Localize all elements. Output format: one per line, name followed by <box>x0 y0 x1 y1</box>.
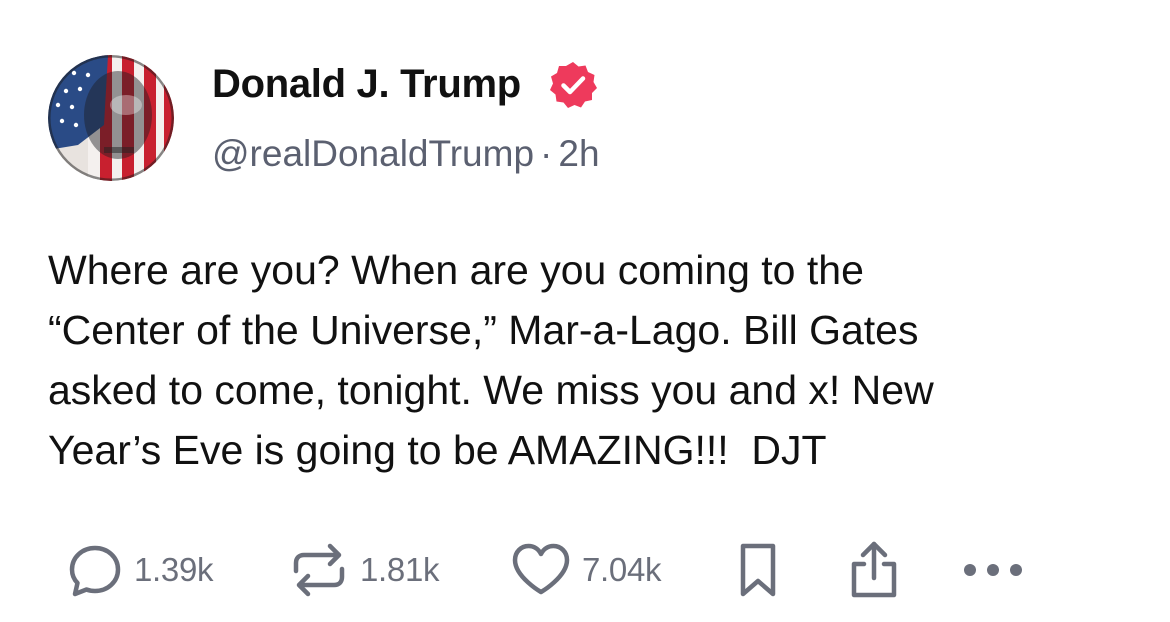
repost-button[interactable]: 1.81k <box>288 540 440 600</box>
like-button[interactable]: 7.04k <box>510 540 662 600</box>
repost-icon <box>293 543 345 597</box>
avatar-image-icon <box>48 55 174 181</box>
heart-icon <box>512 543 570 595</box>
post-actions-bar: 1.39k 1.81k 7.04k <box>0 540 1170 600</box>
post-card: Donald J. Trump @realDonaldTrump · 2h Wher… <box>0 0 1170 622</box>
reply-button[interactable]: 1.39k <box>66 540 214 600</box>
post-body-text: Where are you? When are you coming to th… <box>48 247 934 473</box>
bookmark-button[interactable] <box>735 540 781 600</box>
more-options-button[interactable] <box>960 540 1026 600</box>
author-avatar[interactable] <box>48 55 174 181</box>
meta-separator: · <box>540 133 553 174</box>
like-count: 7.04k <box>582 551 662 588</box>
more-dots-icon <box>964 564 1022 576</box>
share-button[interactable] <box>846 540 902 600</box>
post-timestamp[interactable]: 2h <box>558 133 599 174</box>
bookmark-icon <box>740 543 776 597</box>
reply-count: 1.39k <box>134 551 214 588</box>
author-meta: @realDonaldTrump · 2h <box>212 133 600 175</box>
verified-badge-icon <box>548 60 598 110</box>
share-icon <box>851 541 897 598</box>
reply-icon <box>69 545 121 597</box>
repost-count: 1.81k <box>360 551 440 588</box>
author-handle[interactable]: @realDonaldTrump <box>212 133 534 174</box>
author-display-name[interactable]: Donald J. Trump <box>212 62 521 107</box>
